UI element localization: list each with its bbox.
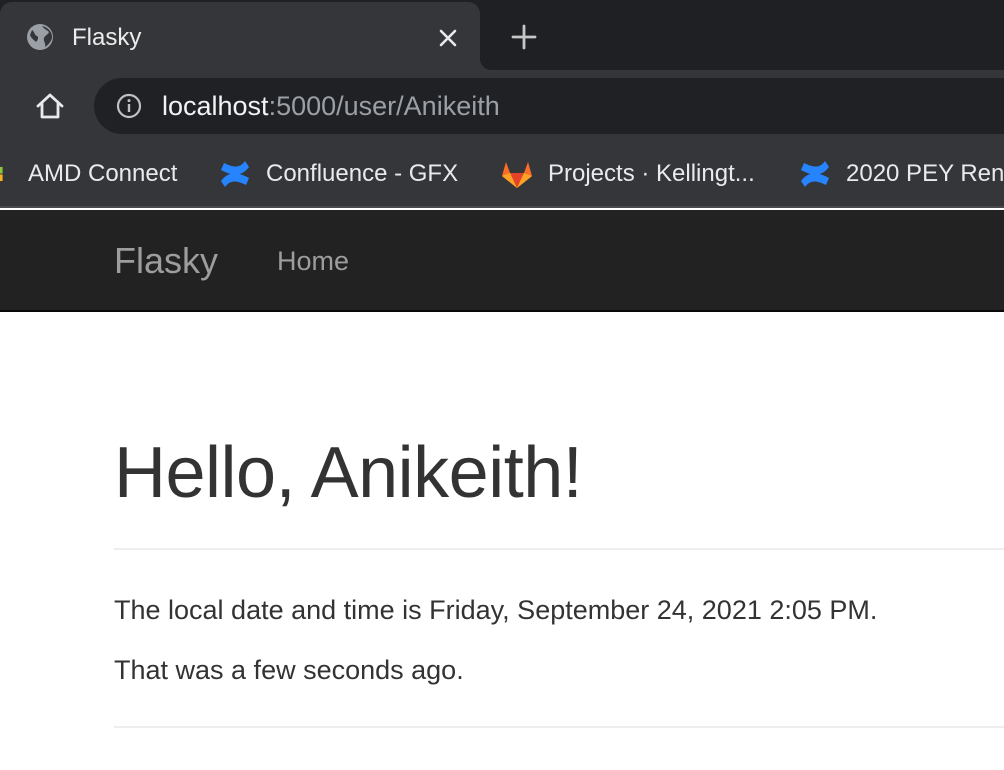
browser-toolbar: localhost:5000/user/Anikeith (0, 70, 1004, 142)
navbar-brand[interactable]: Flasky (114, 240, 218, 282)
main-content: Hello, Anikeith! The local date and time… (114, 312, 1004, 728)
confluence-icon (221, 161, 249, 187)
bookmark-pey-report[interactable]: 2020 PEY Ren (798, 156, 1004, 192)
url-host: localhost (162, 91, 269, 121)
bookmarks-bar: AMD Connect Confluence - GFX Projects · … (0, 142, 1004, 208)
url-text[interactable]: localhost:5000/user/Anikeith (162, 90, 500, 122)
site-navbar: Flasky Home (0, 210, 1004, 312)
bookmark-label: AMD Connect (28, 160, 178, 187)
bookmark-label: Projects · Kellingt... (548, 160, 755, 187)
tiles-icon (0, 166, 3, 182)
datetime-text: The local date and time is Friday, Septe… (114, 595, 878, 625)
bookmark-amd-connect[interactable]: AMD Connect (0, 156, 177, 192)
home-icon (36, 93, 64, 119)
page-header: Hello, Anikeith! (114, 432, 1004, 550)
globe-icon (27, 24, 53, 50)
browser-tab[interactable]: Flasky (0, 2, 492, 70)
home-button[interactable] (28, 86, 72, 126)
gitlab-icon (502, 162, 532, 188)
close-icon (439, 29, 457, 47)
confluence-icon (801, 161, 829, 187)
plus-icon (511, 24, 537, 50)
address-bar[interactable]: localhost:5000/user/Anikeith (94, 78, 1004, 134)
url-path: :5000/user/Anikeith (268, 91, 500, 121)
tab-title: Flasky (72, 24, 142, 51)
bookmark-label: 2020 PEY Ren (846, 160, 1004, 187)
divider (114, 726, 1004, 728)
new-tab-button[interactable] (506, 20, 542, 54)
tab-close-button[interactable] (432, 22, 464, 54)
page-title: Hello, Anikeith! (114, 433, 583, 513)
bookmark-projects[interactable]: Projects · Kellingt... (500, 156, 755, 192)
relative-time-text: That was a few seconds ago. (114, 655, 464, 685)
bookmark-label: Confluence - GFX (266, 160, 459, 187)
bookmark-confluence-gfx[interactable]: Confluence - GFX (218, 156, 458, 192)
nav-link-home[interactable]: Home (277, 245, 349, 277)
tab-strip: Flasky (0, 0, 1004, 70)
info-icon[interactable] (116, 93, 142, 119)
